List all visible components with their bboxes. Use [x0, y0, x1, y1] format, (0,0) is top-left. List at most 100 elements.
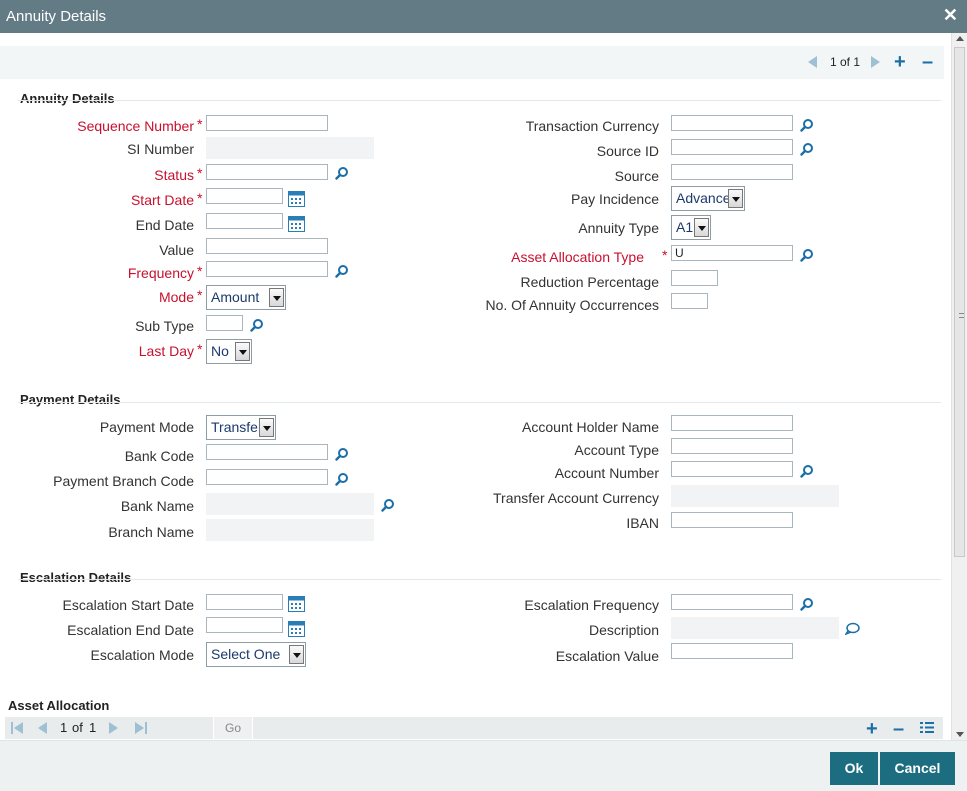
current-page: 1	[60, 720, 68, 735]
escalation-start-date-label: Escalation Start Date	[62, 597, 194, 613]
delete-record-icon[interactable]: –	[922, 52, 933, 72]
annuity-type-select[interactable]: A1	[671, 215, 711, 240]
search-icon[interactable]	[335, 264, 349, 278]
account-holder-name-label: Account Holder Name	[522, 419, 659, 435]
section-divider	[18, 100, 941, 101]
payment-mode-select[interactable]: Transfer	[206, 415, 276, 440]
status-input[interactable]	[206, 164, 328, 180]
frequency-label: Frequency	[127, 265, 194, 281]
calendar-icon[interactable]	[288, 216, 305, 232]
pay-incidence-selected-value: Advance	[676, 190, 731, 206]
vertical-scrollbar[interactable]	[951, 33, 967, 740]
first-page-icon[interactable]	[11, 722, 23, 734]
annuity-type-label: Annuity Type	[578, 220, 659, 236]
search-icon[interactable]	[800, 597, 814, 611]
delete-row-icon[interactable]: –	[893, 719, 904, 739]
next-record-icon[interactable]	[871, 56, 880, 68]
required-marker: *	[197, 263, 203, 279]
calendar-icon[interactable]	[288, 191, 305, 207]
previous-record-icon[interactable]	[808, 56, 817, 68]
branch-name-field	[206, 519, 374, 541]
next-page-icon[interactable]	[109, 722, 119, 734]
record-count: 1 of 1	[830, 55, 861, 69]
escalation-mode-select[interactable]: Select One	[206, 642, 306, 667]
frequency-input[interactable]	[206, 261, 328, 277]
scroll-thumb[interactable]	[954, 47, 965, 557]
search-icon[interactable]	[335, 472, 349, 486]
account-type-input[interactable]	[671, 438, 793, 454]
account-type-label: Account Type	[574, 442, 659, 458]
cancel-button[interactable]: Cancel	[880, 752, 955, 785]
bank-name-label: Bank Name	[120, 498, 194, 514]
scroll-up-icon[interactable]	[956, 36, 964, 41]
payment-mode-label: Payment Mode	[99, 419, 194, 435]
dialog-content: 1 of 1 + – Annuity Details Sequence Numb…	[0, 33, 951, 740]
reduction-percentage-input[interactable]	[671, 270, 718, 286]
title-bar: Annuity Details ✕	[0, 0, 967, 33]
chevron-down-icon[interactable]	[728, 189, 743, 208]
required-marker: *	[197, 190, 203, 206]
payment-mode-selected-value: Transfer	[211, 419, 263, 435]
previous-page-icon[interactable]	[37, 722, 47, 734]
transaction-currency-input[interactable]	[671, 115, 793, 131]
annuity-occurrences-input[interactable]	[671, 293, 708, 309]
search-icon[interactable]	[335, 447, 349, 461]
close-icon[interactable]: ✕	[943, 5, 958, 26]
chevron-down-icon[interactable]	[694, 218, 709, 237]
list-icon[interactable]	[920, 721, 934, 734]
payment-branch-code-input[interactable]	[206, 469, 328, 485]
scroll-down-icon[interactable]	[956, 732, 964, 737]
ok-button[interactable]: Ok	[830, 752, 878, 785]
sequence-number-label: Sequence Number	[77, 118, 194, 134]
search-icon[interactable]	[800, 248, 814, 262]
chevron-down-icon[interactable]	[269, 288, 284, 307]
source-input[interactable]	[671, 164, 793, 180]
total-pages: 1	[89, 720, 97, 735]
record-pager: 1 of 1 + –	[0, 46, 944, 79]
start-date-input[interactable]	[206, 188, 283, 204]
escalation-start-date-input[interactable]	[206, 594, 283, 610]
escalation-frequency-input[interactable]	[671, 594, 793, 610]
escalation-end-date-input[interactable]	[206, 617, 283, 633]
search-icon[interactable]	[800, 142, 814, 156]
iban-input[interactable]	[671, 512, 793, 528]
chevron-down-icon[interactable]	[235, 342, 250, 361]
chevron-down-icon[interactable]	[289, 645, 304, 664]
search-icon[interactable]	[381, 498, 395, 512]
escalation-end-date-label: Escalation End Date	[67, 622, 194, 638]
status-label: Status	[154, 167, 194, 183]
search-icon[interactable]	[250, 318, 264, 332]
asset-allocation-type-input[interactable]: U	[671, 245, 793, 261]
bank-name-field	[206, 493, 374, 515]
search-icon[interactable]	[335, 166, 349, 180]
chevron-down-icon[interactable]	[259, 418, 274, 437]
mode-select[interactable]: Amount	[206, 285, 286, 310]
end-date-input[interactable]	[206, 213, 283, 229]
annuity-occurrences-label: No. Of Annuity Occurrences	[485, 297, 659, 313]
chat-bubble-icon[interactable]	[845, 622, 860, 635]
search-icon[interactable]	[800, 118, 814, 132]
sequence-number-input[interactable]	[206, 115, 328, 131]
account-holder-name-input[interactable]	[671, 415, 793, 431]
calendar-icon[interactable]	[288, 621, 305, 637]
last-day-select[interactable]: No	[206, 339, 252, 364]
value-input[interactable]	[206, 238, 328, 254]
go-button[interactable]: Go	[213, 717, 253, 739]
bank-code-input[interactable]	[206, 444, 328, 460]
account-number-input[interactable]	[671, 461, 793, 477]
account-number-label: Account Number	[554, 465, 659, 481]
search-icon[interactable]	[800, 464, 814, 478]
last-page-icon[interactable]	[135, 722, 147, 734]
asset-allocation-heading: Asset Allocation	[8, 698, 110, 713]
description-field	[671, 617, 839, 639]
escalation-value-input[interactable]	[671, 643, 793, 659]
add-record-icon[interactable]: +	[894, 52, 906, 72]
branch-name-label: Branch Name	[108, 524, 194, 540]
required-marker: *	[662, 247, 668, 263]
value-label: Value	[159, 242, 194, 258]
calendar-icon[interactable]	[288, 596, 305, 612]
sub-type-input[interactable]	[206, 315, 243, 331]
pay-incidence-select[interactable]: Advance	[671, 186, 745, 211]
add-row-icon[interactable]: +	[866, 719, 878, 739]
source-id-input[interactable]	[671, 139, 793, 155]
